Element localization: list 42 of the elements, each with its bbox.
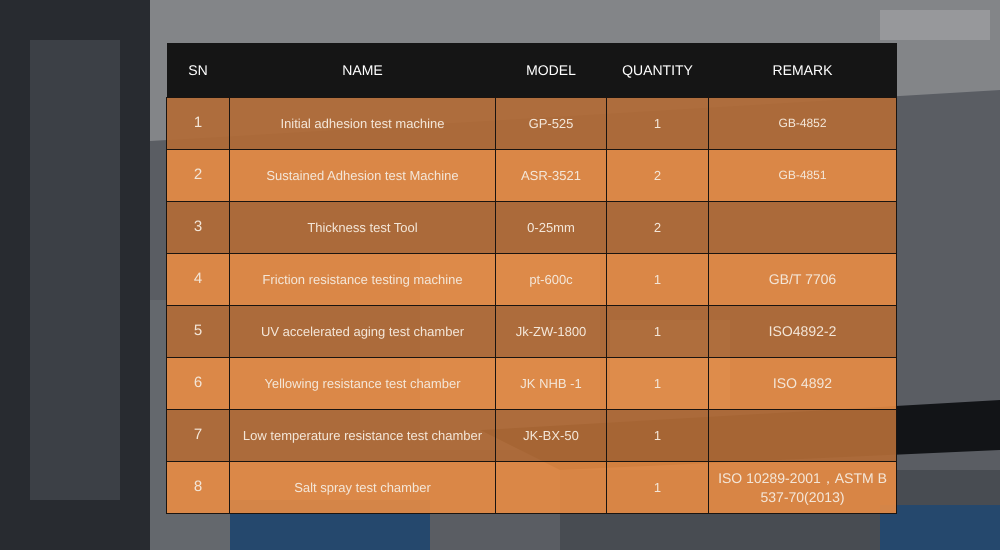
table-cell: JK NHB -1	[496, 358, 606, 410]
column-header: NAME	[230, 43, 496, 98]
table-cell: 3	[166, 202, 230, 254]
table-cell: GB-4852	[708, 98, 896, 150]
column-header: SN	[166, 43, 230, 98]
table-cell: 4	[166, 254, 230, 306]
table-cell: 1	[606, 358, 708, 410]
table-cell: 7	[166, 410, 230, 462]
table-cell: ISO4892-2	[708, 306, 896, 358]
column-header: QUANTITY	[606, 43, 708, 98]
table-cell: 5	[166, 306, 230, 358]
table-cell: Low temperature resistance test chamber	[230, 410, 496, 462]
table-cell: JK-BX-50	[496, 410, 606, 462]
table-cell: ASR-3521	[496, 150, 606, 202]
table-cell: 2	[606, 202, 708, 254]
table-cell: ISO 10289-2001，ASTM B 537-70(2013)	[708, 462, 896, 514]
table-cell: 1	[606, 254, 708, 306]
table-cell: 0-25mm	[496, 202, 606, 254]
table-cell: GP-525	[496, 98, 606, 150]
table-cell: GB-4851	[708, 150, 896, 202]
table-cell: 1	[606, 462, 708, 514]
table-cell: 1	[166, 98, 230, 150]
table-cell: 2	[606, 150, 708, 202]
table-cell: Initial adhesion test machine	[230, 98, 496, 150]
table-cell: Yellowing resistance test chamber	[230, 358, 496, 410]
table-cell: 1	[606, 410, 708, 462]
table-cell: 8	[166, 462, 230, 514]
column-header: MODEL	[496, 43, 606, 98]
column-header: REMARK	[708, 43, 896, 98]
table-cell: Thickness test Tool	[230, 202, 496, 254]
table-cell: 1	[606, 306, 708, 358]
table-cell: Sustained Adhesion test Machine	[230, 150, 496, 202]
table-cell: 2	[166, 150, 230, 202]
table-cell: ISO 4892	[708, 358, 896, 410]
table-cell: UV accelerated aging test chamber	[230, 306, 496, 358]
table-cell: 1	[606, 98, 708, 150]
table-cell: Salt spray test chamber	[230, 462, 496, 514]
table-cell: 6	[166, 358, 230, 410]
table-cell: pt-600c	[496, 254, 606, 306]
table-cell: Jk-ZW-1800	[496, 306, 606, 358]
table-cell: GB/T 7706	[708, 254, 896, 306]
table-cell: Friction resistance testing machine	[230, 254, 496, 306]
